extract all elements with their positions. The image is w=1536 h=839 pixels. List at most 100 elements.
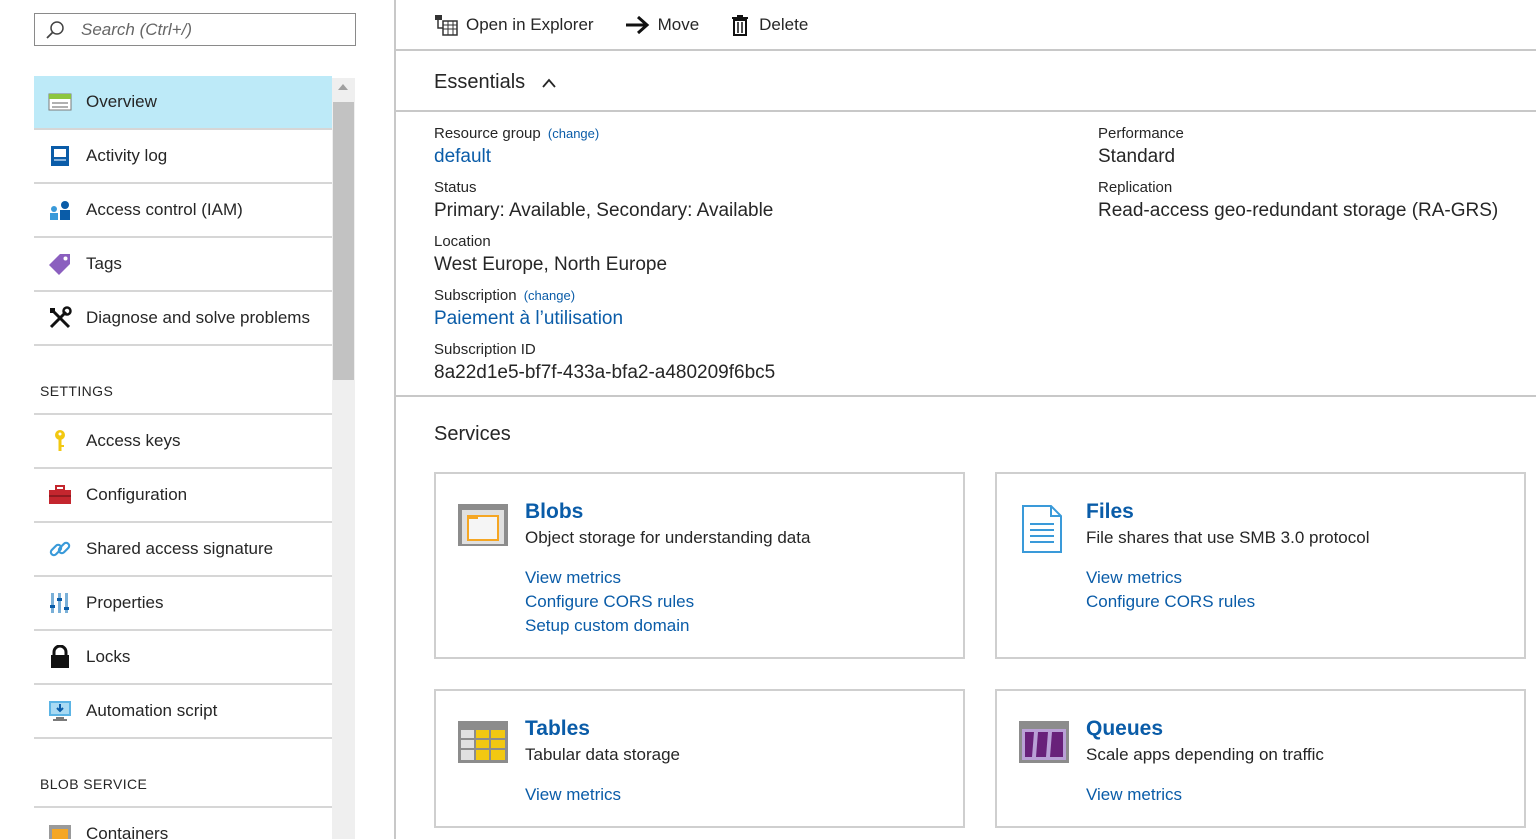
nav-scrollbar[interactable] (332, 78, 355, 839)
essentials-toggle[interactable]: Essentials (434, 71, 557, 94)
nav-label: Automation script (86, 701, 218, 720)
queues-title[interactable]: Queues (1086, 717, 1163, 741)
search-input[interactable] (81, 19, 321, 40)
status-value: Primary: Available, Secondary: Available (434, 200, 774, 221)
subscription-label-text: Subscription (434, 287, 517, 304)
nav-item-properties[interactable]: Properties (34, 577, 332, 631)
files-description: File shares that use SMB 3.0 protocol (1086, 528, 1370, 547)
essentials-left-column: Resource group (change) default Status P… (434, 124, 775, 394)
blobs-description: Object storage for understanding data (525, 528, 811, 547)
queues-description: Scale apps depending on traffic (1086, 745, 1324, 764)
properties-icon (34, 591, 86, 615)
nav-label: Tags (86, 254, 122, 273)
arrow-right-icon (624, 15, 650, 35)
nav-item-tags[interactable]: Tags (34, 238, 332, 292)
explorer-icon (434, 14, 458, 36)
scroll-up-arrow-icon[interactable] (338, 84, 348, 90)
performance-value: Standard (1098, 146, 1176, 167)
performance-field: Performance Standard (1098, 124, 1498, 178)
nav-item-overview[interactable]: Overview (34, 76, 332, 130)
resource-group-label-text: Resource group (434, 125, 541, 142)
chevron-up-icon (541, 77, 557, 89)
blobs-configure-cors-link[interactable]: Configure CORS rules (525, 590, 694, 614)
nav-item-diagnose[interactable]: Diagnose and solve problems (34, 292, 332, 346)
nav-item-automation-script[interactable]: Automation script (34, 685, 332, 739)
tables-view-metrics-link[interactable]: View metrics (525, 783, 621, 807)
services-title: Services (434, 423, 511, 445)
nav-item-shared-access-signature[interactable]: Shared access signature (34, 523, 332, 577)
nav-label: Diagnose and solve problems (86, 308, 310, 327)
essentials-right-column: Performance Standard Replication Read-ac… (1098, 124, 1498, 232)
blobs-card: Blobs Object storage for understanding d… (434, 472, 965, 659)
nav-label: Locks (86, 647, 131, 666)
services-divider (396, 395, 1536, 397)
resource-group-value[interactable]: default (434, 144, 775, 170)
automation-icon (34, 700, 86, 722)
nav-item-activity-log[interactable]: Activity log (34, 130, 332, 184)
subscription-id-label: Subscription ID (434, 341, 536, 358)
nav-label: Properties (86, 593, 164, 612)
nav-item-access-keys[interactable]: Access keys (34, 415, 332, 469)
essentials-divider (396, 110, 1536, 112)
files-configure-cors-link[interactable]: Configure CORS rules (1086, 590, 1255, 614)
link-icon (34, 537, 86, 561)
files-links: View metrics Configure CORS rules (1086, 566, 1255, 614)
location-value: West Europe, North Europe (434, 254, 668, 275)
left-navigation: Overview Activity log Access control (IA… (0, 0, 394, 839)
blobs-custom-domain-link[interactable]: Setup custom domain (525, 614, 694, 638)
blobs-title[interactable]: Blobs (525, 500, 583, 524)
files-view-metrics-link[interactable]: View metrics (1086, 566, 1255, 590)
move-button[interactable]: Move (624, 15, 699, 35)
nav-item-access-control[interactable]: Access control (IAM) (34, 184, 332, 238)
files-icon (1019, 504, 1065, 559)
replication-field: Replication Read-access geo-redundant st… (1098, 178, 1498, 232)
change-subscription-link[interactable]: (change) (524, 288, 575, 303)
subscription-value[interactable]: Paiement à l’utilisation (434, 306, 775, 332)
lock-icon (34, 645, 86, 669)
nav-label: Shared access signature (86, 539, 274, 558)
nav-label: Configuration (86, 485, 188, 504)
blobs-view-metrics-link[interactable]: View metrics (525, 566, 694, 590)
tables-title[interactable]: Tables (525, 717, 590, 741)
nav-list: Overview Activity log Access control (IA… (34, 76, 332, 839)
toolbox-icon (34, 484, 86, 506)
resource-group-field: Resource group (change) default (434, 124, 775, 178)
subscription-id-field: Subscription ID 8a22d1e5-bf7f-433a-bfa2-… (434, 340, 775, 394)
open-in-explorer-label: Open in Explorer (466, 14, 594, 34)
nav-item-containers[interactable]: Containers (34, 808, 332, 839)
search-box[interactable] (34, 13, 356, 46)
key-icon (34, 429, 86, 453)
tables-icon (458, 721, 508, 768)
queues-links: View metrics (1086, 783, 1182, 807)
tables-description: Tabular data storage (525, 745, 680, 764)
nav-label: Access keys (86, 431, 181, 450)
search-icon (45, 20, 65, 40)
tables-links: View metrics (525, 783, 621, 807)
nav-label: Containers (86, 824, 169, 839)
files-title[interactable]: Files (1086, 500, 1134, 524)
activity-log-icon (34, 145, 86, 167)
iam-icon (34, 199, 86, 221)
replication-label: Replication (1098, 179, 1173, 196)
containers-icon (34, 823, 86, 839)
tag-icon (34, 252, 86, 276)
section-header-settings: SETTINGS (34, 346, 332, 415)
scrollbar-thumb[interactable] (333, 102, 354, 380)
open-in-explorer-button[interactable]: Open in Explorer (434, 14, 594, 36)
nav-label: Access control (IAM) (86, 200, 243, 219)
performance-label: Performance (1098, 125, 1184, 142)
trash-icon (729, 14, 751, 36)
delete-label: Delete (759, 14, 809, 34)
delete-button[interactable]: Delete (729, 14, 808, 36)
nav-item-locks[interactable]: Locks (34, 631, 332, 685)
nav-label: Overview (86, 92, 157, 111)
main-content: Open in Explorer Move Delete Essentials … (396, 0, 1536, 839)
nav-item-configuration[interactable]: Configuration (34, 469, 332, 523)
queues-view-metrics-link[interactable]: View metrics (1086, 783, 1182, 807)
location-label: Location (434, 233, 491, 250)
subscription-id-value: 8a22d1e5-bf7f-433a-bfa2-a480209f6bc5 (434, 362, 776, 383)
command-bar: Open in Explorer Move Delete (396, 0, 1536, 51)
overview-icon (34, 92, 86, 112)
change-resource-group-link[interactable]: (change) (548, 126, 599, 141)
status-label: Status (434, 179, 477, 196)
